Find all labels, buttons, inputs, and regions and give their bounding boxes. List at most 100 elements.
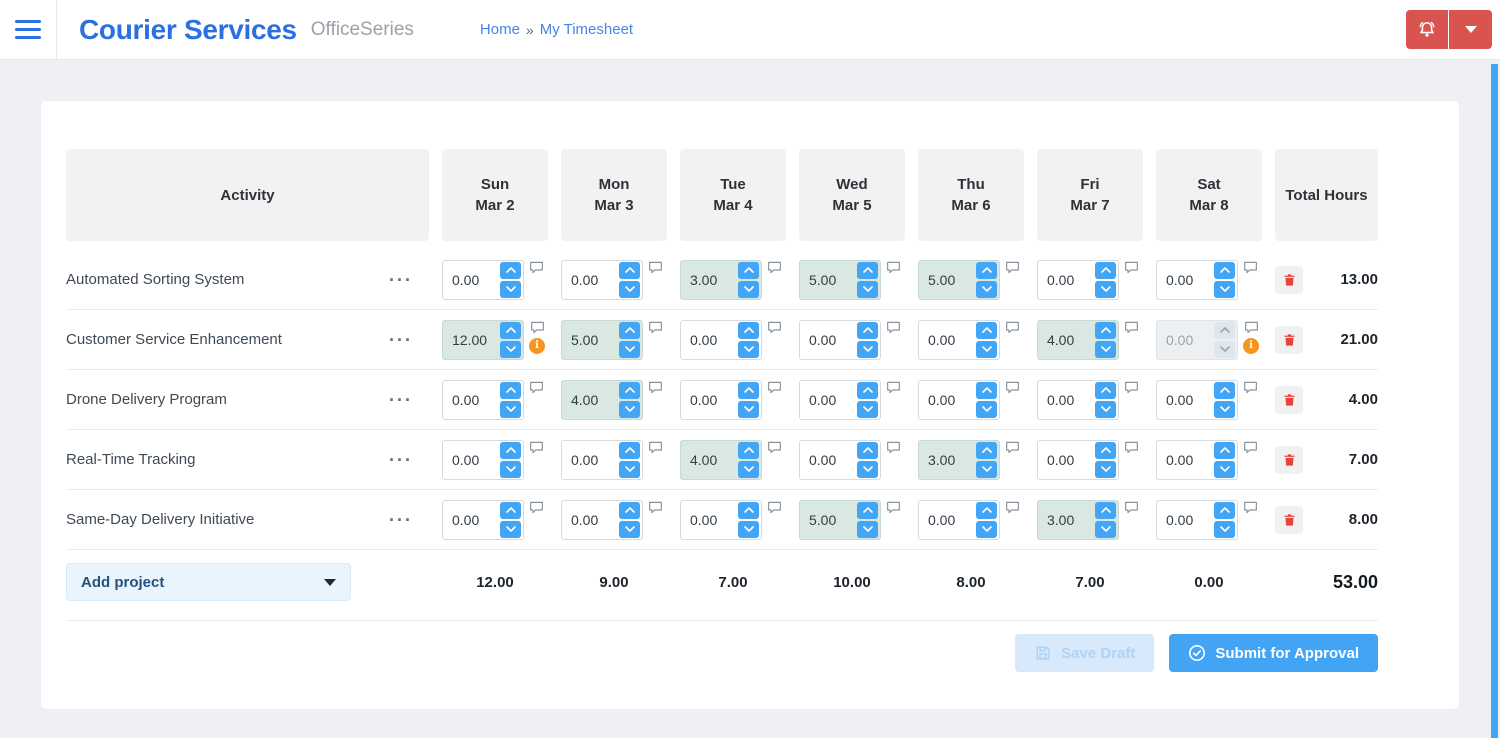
decrement-button[interactable] <box>857 280 878 298</box>
hours-input[interactable] <box>1038 331 1082 348</box>
comment-icon[interactable] <box>767 501 782 514</box>
account-menu-button[interactable] <box>1449 10 1492 49</box>
increment-button[interactable] <box>976 501 997 519</box>
increment-button[interactable] <box>619 441 640 459</box>
comment-icon[interactable] <box>648 501 663 514</box>
comment-icon[interactable] <box>886 441 901 454</box>
comment-icon[interactable] <box>1005 261 1020 274</box>
increment-button[interactable] <box>976 321 997 339</box>
increment-button[interactable] <box>1214 261 1235 279</box>
comment-icon[interactable] <box>1124 441 1139 454</box>
hours-input[interactable] <box>919 391 963 408</box>
row-menu-button[interactable]: ··· <box>387 331 415 349</box>
comment-icon[interactable] <box>1243 441 1258 454</box>
increment-button[interactable] <box>976 381 997 399</box>
hours-input[interactable] <box>800 451 844 468</box>
row-menu-button[interactable]: ··· <box>387 511 415 529</box>
decrement-button[interactable] <box>976 460 997 478</box>
page-scrollbar[interactable] <box>1491 64 1498 738</box>
comment-icon[interactable] <box>886 501 901 514</box>
hours-input[interactable] <box>1038 511 1082 528</box>
decrement-button[interactable] <box>857 520 878 538</box>
hours-input[interactable] <box>562 511 606 528</box>
decrement-button[interactable] <box>1214 400 1235 418</box>
comment-icon[interactable] <box>648 381 663 394</box>
increment-button[interactable] <box>619 261 640 279</box>
increment-button[interactable] <box>857 321 878 339</box>
increment-button[interactable] <box>500 321 521 339</box>
comment-icon[interactable] <box>1243 261 1258 274</box>
decrement-button[interactable] <box>738 400 759 418</box>
hours-input[interactable] <box>919 271 963 288</box>
decrement-button[interactable] <box>738 280 759 298</box>
delete-row-button[interactable] <box>1275 505 1303 534</box>
comment-icon[interactable] <box>530 321 545 334</box>
increment-button[interactable] <box>857 501 878 519</box>
decrement-button[interactable] <box>1095 460 1116 478</box>
comment-icon[interactable] <box>767 321 782 334</box>
hours-input[interactable] <box>681 451 725 468</box>
increment-button[interactable] <box>619 381 640 399</box>
delete-row-button[interactable] <box>1275 445 1303 474</box>
decrement-button[interactable] <box>738 460 759 478</box>
comment-icon[interactable] <box>767 441 782 454</box>
hours-input[interactable] <box>1157 271 1201 288</box>
increment-button[interactable] <box>1095 501 1116 519</box>
decrement-button[interactable] <box>1214 340 1235 358</box>
increment-button[interactable] <box>857 441 878 459</box>
hours-input[interactable] <box>1157 331 1201 348</box>
increment-button[interactable] <box>500 381 521 399</box>
hours-input[interactable] <box>562 391 606 408</box>
hours-input[interactable] <box>562 271 606 288</box>
brand-name[interactable]: Courier Services <box>79 14 297 46</box>
comment-icon[interactable] <box>648 441 663 454</box>
comment-icon[interactable] <box>886 261 901 274</box>
increment-button[interactable] <box>738 441 759 459</box>
comment-icon[interactable] <box>767 381 782 394</box>
hours-input[interactable] <box>681 511 725 528</box>
increment-button[interactable] <box>500 501 521 519</box>
breadcrumb-current-link[interactable]: My Timesheet <box>540 21 633 38</box>
comment-icon[interactable] <box>1124 381 1139 394</box>
row-menu-button[interactable]: ··· <box>387 391 415 409</box>
hamburger-menu-icon[interactable] <box>0 0 57 59</box>
increment-button[interactable] <box>500 261 521 279</box>
hours-input[interactable] <box>443 451 487 468</box>
increment-button[interactable] <box>1095 321 1116 339</box>
decrement-button[interactable] <box>619 280 640 298</box>
decrement-button[interactable] <box>500 520 521 538</box>
decrement-button[interactable] <box>1095 400 1116 418</box>
hours-input[interactable] <box>919 511 963 528</box>
hours-input[interactable] <box>562 331 606 348</box>
comment-icon[interactable] <box>1124 501 1139 514</box>
hours-input[interactable] <box>1038 271 1082 288</box>
increment-button[interactable] <box>976 441 997 459</box>
hours-input[interactable] <box>1157 451 1201 468</box>
hours-input[interactable] <box>800 391 844 408</box>
hours-input[interactable] <box>919 451 963 468</box>
comment-icon[interactable] <box>1005 441 1020 454</box>
decrement-button[interactable] <box>1095 280 1116 298</box>
decrement-button[interactable] <box>500 340 521 358</box>
hours-input[interactable] <box>681 391 725 408</box>
comment-icon[interactable] <box>648 321 663 334</box>
hours-input[interactable] <box>681 271 725 288</box>
decrement-button[interactable] <box>1095 520 1116 538</box>
comment-icon[interactable] <box>529 261 544 274</box>
decrement-button[interactable] <box>738 520 759 538</box>
comment-icon[interactable] <box>529 501 544 514</box>
increment-button[interactable] <box>1214 381 1235 399</box>
increment-button[interactable] <box>857 381 878 399</box>
hours-input[interactable] <box>1157 511 1201 528</box>
hours-input[interactable] <box>443 271 487 288</box>
increment-button[interactable] <box>1095 261 1116 279</box>
increment-button[interactable] <box>1214 501 1235 519</box>
decrement-button[interactable] <box>500 280 521 298</box>
increment-button[interactable] <box>1214 441 1235 459</box>
decrement-button[interactable] <box>619 520 640 538</box>
notifications-button[interactable] <box>1406 10 1449 49</box>
increment-button[interactable] <box>1214 321 1235 339</box>
decrement-button[interactable] <box>857 460 878 478</box>
decrement-button[interactable] <box>500 460 521 478</box>
decrement-button[interactable] <box>738 340 759 358</box>
